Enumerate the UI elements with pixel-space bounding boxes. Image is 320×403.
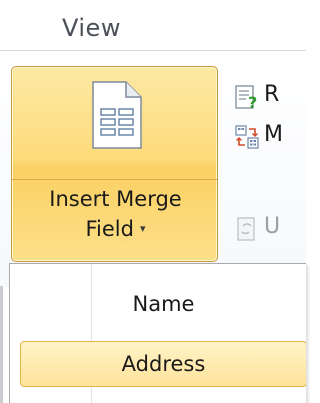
- insert-merge-field-label-line2[interactable]: Field ▾: [12, 217, 219, 241]
- update-labels-label: U: [264, 214, 281, 239]
- window-edge: [0, 286, 3, 403]
- update-labels-icon: [237, 217, 255, 241]
- insert-merge-field-button[interactable]: Insert Merge Field ▾: [11, 66, 218, 262]
- document-fields-icon: [92, 81, 142, 149]
- match-fields-label: M: [264, 122, 283, 147]
- svg-text:?: ?: [248, 93, 257, 110]
- menu-item-address-label: Address: [121, 352, 206, 376]
- rules-label: R: [264, 82, 280, 107]
- menu-item-address[interactable]: Address: [20, 341, 306, 387]
- match-fields-button[interactable]: M: [228, 120, 306, 154]
- menu-item-name-label: Name: [132, 292, 195, 316]
- update-labels-button[interactable]: U: [228, 212, 306, 246]
- menu-item-name[interactable]: Name: [20, 282, 306, 328]
- match-fields-icon: [235, 125, 259, 149]
- split-button-divider: [12, 179, 217, 180]
- merge-field-dropdown: Name Address: [9, 263, 306, 403]
- rules-icon: ?: [235, 85, 257, 110]
- tab-view[interactable]: View: [62, 14, 121, 42]
- insert-merge-field-label-line1: Insert Merge: [49, 187, 182, 211]
- word-mailings-ribbon-fragment: View Insert Merge Field ▾ ? R M U Name A…: [0, 0, 306, 403]
- insert-merge-field-label-line2-text: Field: [85, 217, 134, 241]
- rules-button[interactable]: ? R: [228, 80, 306, 114]
- chevron-down-icon: ▾: [139, 221, 146, 235]
